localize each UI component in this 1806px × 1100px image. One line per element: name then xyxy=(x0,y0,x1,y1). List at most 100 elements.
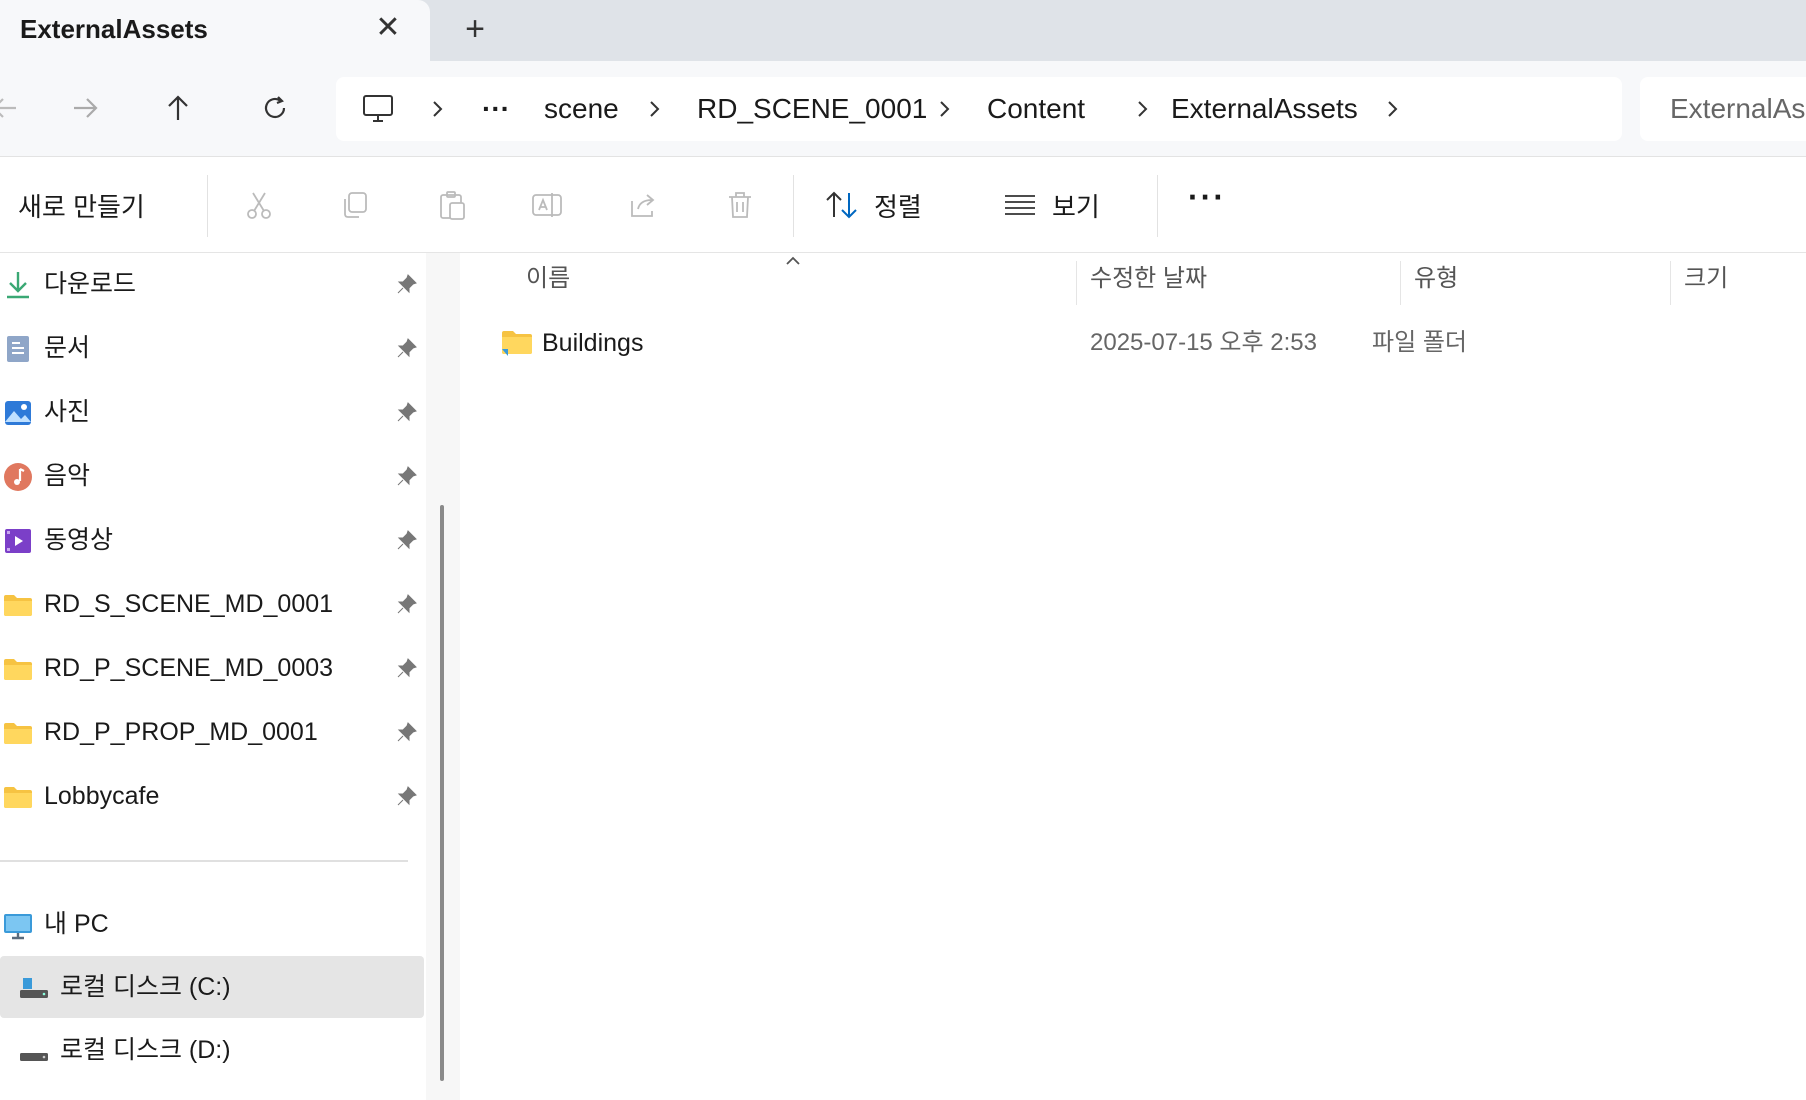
navigation-bar: ··· scene RD_SCENE_0001 Content External… xyxy=(0,61,1806,157)
sidebar-item-folder[interactable]: RD_S_SCENE_MD_0001 xyxy=(0,573,424,635)
file-type: 파일 폴더 xyxy=(1372,329,1467,356)
sort-ascending-caret-icon xyxy=(786,256,800,265)
folder-icon xyxy=(4,723,32,744)
arrow-left-icon xyxy=(0,98,16,118)
sidebar-item-this-pc[interactable]: 내 PC xyxy=(0,893,424,955)
sort-button[interactable]: 정렬 xyxy=(874,187,922,224)
sidebar-item-label: Lobbycafe xyxy=(44,782,160,810)
sidebar-scrollbar-thumb[interactable] xyxy=(440,505,444,1081)
column-divider[interactable] xyxy=(1400,261,1401,305)
breadcrumb-item[interactable]: RD_SCENE_0001 xyxy=(697,77,927,141)
rename-button[interactable] xyxy=(525,183,569,227)
drive-icon xyxy=(20,978,48,998)
breadcrumb-overflow[interactable]: ··· xyxy=(482,77,510,141)
scissors-icon xyxy=(247,192,271,219)
chevron-right-icon[interactable] xyxy=(423,77,453,141)
sidebar-item-label: 내 PC xyxy=(44,910,109,938)
column-divider[interactable] xyxy=(1670,261,1671,305)
chevron-right-icon[interactable] xyxy=(930,77,960,141)
refresh-button[interactable] xyxy=(250,83,300,133)
address-bar[interactable]: ··· scene RD_SCENE_0001 Content External… xyxy=(336,77,1622,141)
sidebar-item-folder[interactable]: RD_P_PROP_MD_0001 xyxy=(0,701,424,763)
delete-button[interactable] xyxy=(718,183,762,227)
pin-icon[interactable] xyxy=(396,401,418,423)
sidebar-item-documents[interactable]: 문서 xyxy=(0,317,424,379)
sidebar-item-label: 로컬 디스크 (C:) xyxy=(60,973,231,1001)
search-input[interactable]: ExternalAssets xyxy=(1640,77,1806,141)
cut-button[interactable] xyxy=(237,183,281,227)
breadcrumb-item[interactable]: Content xyxy=(987,77,1085,141)
forward-button[interactable] xyxy=(60,83,110,133)
pin-icon[interactable] xyxy=(396,721,418,743)
view-icon[interactable] xyxy=(998,183,1042,227)
pin-icon[interactable] xyxy=(396,337,418,359)
folder-icon xyxy=(4,659,32,680)
sidebar-item-label: 로컬 디스크 (D:) xyxy=(60,1036,231,1064)
sort-icon[interactable] xyxy=(820,183,864,227)
sidebar-item-pictures[interactable]: 사진 xyxy=(0,381,424,443)
navigation-pane: 다운로드 문서 사진 음악 동영상 RD_S_SCENE_MD_0001 RD_… xyxy=(0,253,460,1100)
tab-external-assets[interactable]: ExternalAssets ✕ xyxy=(0,0,430,61)
divider xyxy=(207,175,208,237)
copy-icon xyxy=(344,192,367,218)
sidebar-item-label: 사진 xyxy=(44,398,91,426)
drive-icon xyxy=(20,1053,48,1061)
folder-icon xyxy=(4,787,32,808)
pin-icon[interactable] xyxy=(396,785,418,807)
new-button[interactable]: 새로 만들기 xyxy=(18,187,145,224)
column-header-size[interactable]: 크기 xyxy=(1684,253,1728,305)
pin-icon[interactable] xyxy=(396,273,418,295)
sidebar-item-label: RD_P_SCENE_MD_0003 xyxy=(44,654,334,682)
up-button[interactable] xyxy=(153,83,203,133)
sidebar-item-label: 음악 xyxy=(44,462,91,490)
column-divider[interactable] xyxy=(1076,261,1077,305)
sidebar-item-videos[interactable]: 동영상 xyxy=(0,509,424,571)
refresh-icon xyxy=(264,96,286,119)
more-options-button[interactable]: ··· xyxy=(1188,179,1226,216)
arrow-right-icon xyxy=(74,98,98,118)
monitor-icon xyxy=(4,914,32,940)
computer-icon[interactable] xyxy=(360,91,396,127)
file-row[interactable]: Buildings 2025-07-15 오후 2:53 파일 폴더 xyxy=(500,315,1800,371)
tab-close-button[interactable]: ✕ xyxy=(370,10,406,46)
sidebar-item-label: 문서 xyxy=(44,334,91,362)
new-tab-button[interactable]: + xyxy=(456,10,494,48)
command-bar: 새로 만들기 정렬 보기 ··· xyxy=(0,157,1806,253)
pin-icon[interactable] xyxy=(396,657,418,679)
breadcrumb-item-current[interactable]: ExternalAssets xyxy=(1171,77,1358,141)
sidebar-item-folder[interactable]: Lobbycafe xyxy=(0,765,424,827)
sidebar-item-downloads[interactable]: 다운로드 xyxy=(0,253,424,315)
chevron-right-icon[interactable] xyxy=(640,77,670,141)
pin-icon[interactable] xyxy=(396,465,418,487)
back-button[interactable] xyxy=(0,83,30,133)
sidebar-item-label: RD_P_PROP_MD_0001 xyxy=(44,718,318,746)
column-header-date[interactable]: 수정한 날짜 xyxy=(1090,253,1207,305)
share-button[interactable] xyxy=(622,183,666,227)
paste-button[interactable] xyxy=(430,183,474,227)
breadcrumb-item[interactable]: scene xyxy=(544,77,619,141)
pin-icon[interactable] xyxy=(396,529,418,551)
column-header-name[interactable]: 이름 xyxy=(526,253,570,305)
divider xyxy=(1157,175,1158,237)
copy-button[interactable] xyxy=(333,183,377,227)
sidebar-item-label: 다운로드 xyxy=(44,270,137,298)
file-name: Buildings xyxy=(542,329,644,357)
download-icon xyxy=(7,272,29,299)
pin-icon[interactable] xyxy=(396,593,418,615)
file-modified-date: 2025-07-15 오후 2:53 xyxy=(1090,329,1317,356)
sidebar-item-folder[interactable]: RD_P_SCENE_MD_0003 xyxy=(0,637,424,699)
view-button[interactable]: 보기 xyxy=(1052,187,1100,224)
chevron-right-icon[interactable] xyxy=(1378,77,1408,141)
sidebar-item-drive-c[interactable]: 로컬 디스크 (C:) xyxy=(0,956,424,1018)
sidebar-item-label: 동영상 xyxy=(44,526,114,554)
music-icon xyxy=(4,463,32,491)
folder-icon xyxy=(502,331,532,356)
sidebar-item-drive-d[interactable]: 로컬 디스크 (D:) xyxy=(0,1019,424,1081)
clipboard-icon xyxy=(440,191,465,220)
document-icon xyxy=(7,336,29,362)
column-header-type[interactable]: 유형 xyxy=(1414,253,1458,305)
arrow-up-icon xyxy=(168,95,188,120)
sidebar-item-music[interactable]: 음악 xyxy=(0,445,424,507)
chevron-right-icon[interactable] xyxy=(1128,77,1158,141)
file-list: 이름 수정한 날짜 유형 크기 Buildings 2025-07-15 오후 … xyxy=(460,253,1806,1100)
